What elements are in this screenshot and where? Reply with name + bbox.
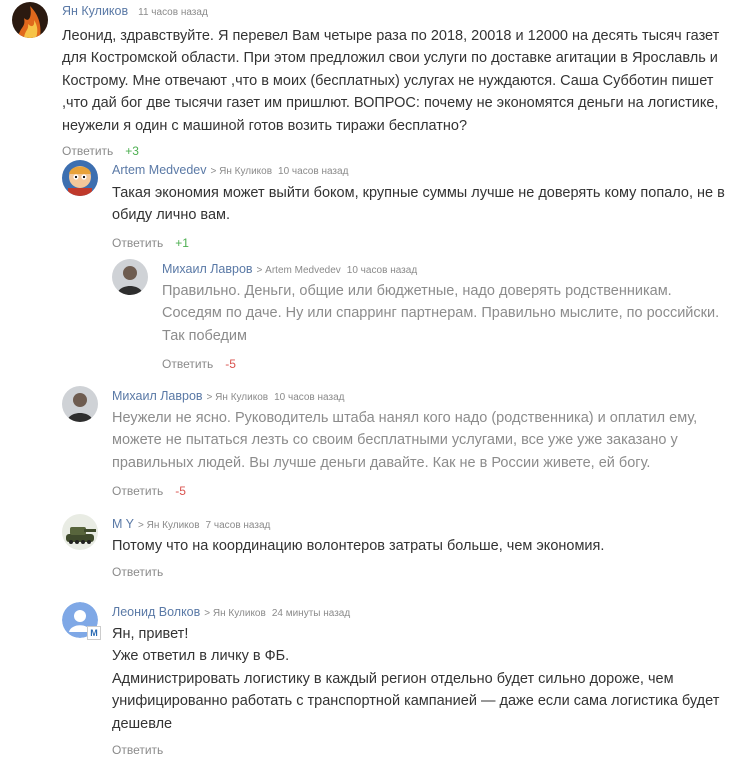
comment-text: Потому что на координацию волонтеров зат… [112, 535, 732, 557]
comment-author[interactable]: Михаил Лавров [162, 262, 253, 276]
comment-text-line: можете не пытаться лезть со своим беспла… [112, 432, 678, 449]
comment-time: 7 часов назад [205, 520, 271, 531]
comment-text-line: Уже ответил в личку в ФБ. [112, 648, 290, 665]
comment-text-line: для Костромской области. При этом предло… [62, 50, 718, 67]
comment-text-line: Ян, привет! [112, 626, 189, 642]
comment-text-line: Неужели не ясно. Руководитель штаба наня… [112, 410, 698, 426]
comment-text-line: Соседям по даче. Ну или спарринг партнер… [162, 305, 720, 322]
avatar[interactable] [112, 259, 148, 295]
mail-ru-badge-icon: M [87, 626, 101, 640]
comment-text-line: Такая экономия может выйти боком, крупны… [112, 185, 725, 201]
comment-text-line: правильных людей. Вы лучше деньги давайт… [112, 454, 651, 471]
avatar[interactable] [62, 514, 98, 550]
comment-author[interactable]: Михаил Лавров [112, 389, 203, 403]
comment-text-line: неужели я один с машиной готов возить ти… [62, 117, 468, 134]
comment-text: Леонид, здравствуйте. Я перевел Вам четы… [62, 25, 732, 137]
comment-author[interactable]: Artem Medvedev [112, 163, 206, 177]
comment-author[interactable]: Ян Куликов [62, 4, 128, 18]
reply-to[interactable]: > Ян Куликов [210, 166, 272, 177]
avatar[interactable] [12, 2, 48, 38]
tank-avatar-icon [62, 514, 98, 550]
reply-to[interactable]: > Ян Куликов [207, 392, 269, 403]
comment-author[interactable]: M Y [112, 517, 134, 531]
cartoon-avatar-icon [62, 160, 98, 196]
comment-text-line: унифицированно работать с транспортной к… [112, 693, 720, 710]
comment-text-line: Кострому. Мне отвечают ,что в моих (бесп… [62, 72, 714, 89]
reply-button[interactable]: Ответить [162, 357, 213, 371]
score-badge: +1 [175, 235, 189, 250]
avatar[interactable] [62, 160, 98, 196]
comment-text-line: Потому что на координацию волонтеров зат… [112, 538, 605, 554]
score-badge: -5 [175, 484, 186, 499]
comment-author[interactable]: Леонид Волков [112, 605, 200, 619]
reply-to[interactable]: > Ян Куликов [204, 608, 266, 619]
reply-button[interactable]: Ответить [62, 144, 113, 158]
comment-time: 10 часов назад [278, 166, 349, 177]
person-avatar-icon [62, 386, 98, 422]
comment-text: Ян, привет! Уже ответил в личку в ФБ. Ад… [112, 623, 732, 735]
comment-time: 24 минуты назад [271, 608, 351, 619]
reply-to[interactable]: > Artem Medvedev [257, 265, 341, 276]
avatar[interactable] [62, 386, 98, 422]
comment-text-line: Так победим [162, 327, 247, 344]
comment-text: Неужели не ясно. Руководитель штаба наня… [112, 407, 732, 474]
comment-text-line: обиду лично вам. [112, 207, 231, 224]
comment-text: Такая экономия может выйти боком, крупны… [112, 182, 732, 227]
person-avatar-icon [112, 259, 148, 295]
comment-text-line: Правильно. Деньги, общие или бюджетные, … [162, 283, 672, 299]
comment-time: 10 часов назад [346, 265, 418, 276]
comment-text-line: Леонид, здравствуйте. Я перевел Вам четы… [62, 28, 720, 44]
reply-button[interactable]: Ответить [112, 484, 163, 498]
reply-to[interactable]: > Ян Куликов [138, 520, 200, 531]
score-badge: +3 [125, 144, 139, 159]
reply-button[interactable]: Ответить [112, 743, 163, 757]
reply-button[interactable]: Ответить [112, 565, 163, 579]
avatar[interactable]: M [62, 602, 101, 640]
reply-button[interactable]: Ответить [112, 236, 163, 250]
comment-time: 11 часов назад [138, 7, 208, 18]
fire-avatar-icon [12, 2, 48, 38]
comment-text-line: ,что дай бог две тысячи газет им пришлют… [62, 95, 719, 112]
comment-text: Правильно. Деньги, общие или бюджетные, … [162, 280, 732, 347]
comment-time: 10 часов назад [274, 392, 345, 403]
score-badge: -5 [225, 357, 236, 372]
comment-text-line: дешевле [112, 715, 173, 732]
comment-text-line: Администрировать логистику в каждый реги… [112, 670, 674, 687]
